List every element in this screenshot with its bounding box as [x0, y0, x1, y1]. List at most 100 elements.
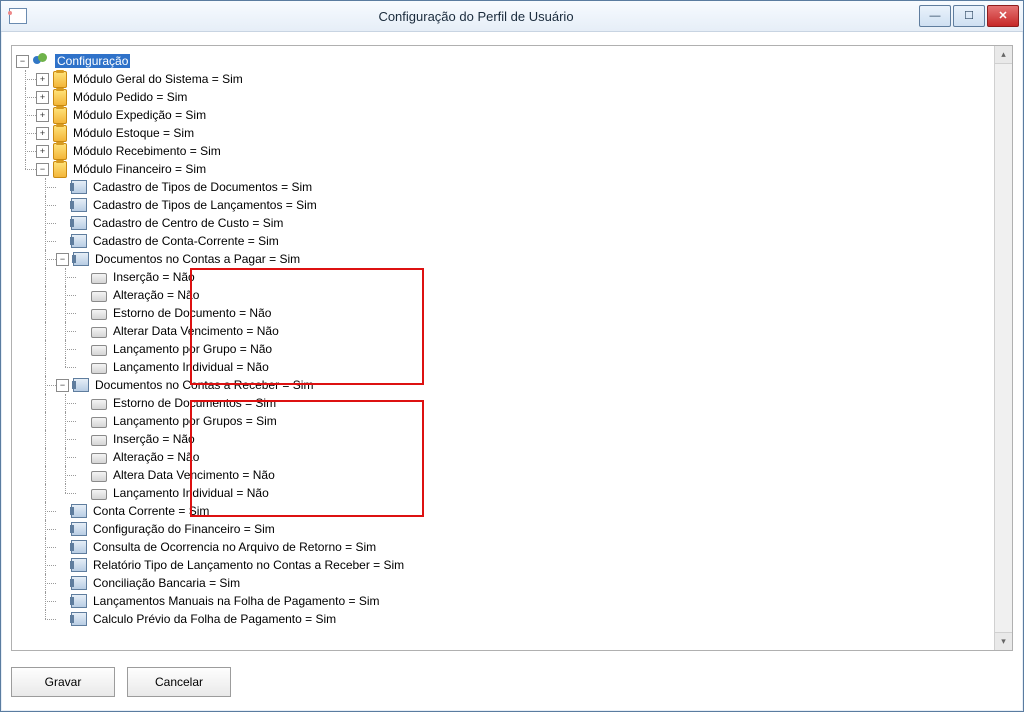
tree-item[interactable]: Lançamentos Manuais na Folha de Pagament… [16, 592, 1008, 610]
tree-item-label[interactable]: Inserção = Não [111, 432, 197, 446]
doc-icon [71, 234, 87, 248]
window-buttons: — ☐ ✕ [919, 5, 1019, 27]
tree-item-label[interactable]: Alteração = Não [111, 288, 201, 302]
tree-module[interactable]: + Módulo Recebimento = Sim [16, 142, 1008, 160]
tree-panel: − Configuração + Módulo Geral do Sistema = … [11, 45, 1013, 651]
tree-item[interactable]: Relatório Tipo de Lançamento no Contas a… [16, 556, 1008, 574]
leaf-icon [91, 327, 107, 338]
tree-item-label[interactable]: Cadastro de Tipos de Documentos = Sim [91, 180, 314, 194]
tree-item[interactable]: Cadastro de Centro de Custo = Sim [16, 214, 1008, 232]
collapse-icon[interactable]: − [36, 163, 49, 176]
toggle-spacer [56, 506, 67, 517]
doc-icon [71, 504, 87, 518]
toggle-spacer [56, 596, 67, 607]
tree-leaf[interactable]: Lançamento por Grupo = Não [16, 340, 1008, 358]
toggle-spacer [76, 362, 87, 373]
minimize-button[interactable]: — [919, 5, 951, 27]
doc-icon [73, 378, 89, 392]
doc-icon [73, 252, 89, 266]
expand-icon[interactable]: + [36, 145, 49, 158]
tree-leaf[interactable]: Lançamento Individual = Não [16, 358, 1008, 376]
tree-item-label[interactable]: Cadastro de Tipos de Lançamentos = Sim [91, 198, 319, 212]
tree-item-label[interactable]: Configuração [55, 54, 130, 68]
tree-module[interactable]: + Módulo Pedido = Sim [16, 88, 1008, 106]
tree-item[interactable]: −Documentos no Contas a Receber = Sim [16, 376, 1008, 394]
tree-leaf[interactable]: Alterar Data Vencimento = Não [16, 322, 1008, 340]
expand-icon[interactable]: + [36, 73, 49, 86]
tree-leaf[interactable]: Inserção = Não [16, 268, 1008, 286]
tree-leaf[interactable]: Altera Data Vencimento = Não [16, 466, 1008, 484]
tree-leaf[interactable]: Lançamento Individual = Não [16, 484, 1008, 502]
tree-item[interactable]: Cadastro de Tipos de Lançamentos = Sim [16, 196, 1008, 214]
doc-icon [71, 180, 87, 194]
tree-item-label[interactable]: Relatório Tipo de Lançamento no Contas a… [91, 558, 406, 572]
close-button[interactable]: ✕ [987, 5, 1019, 27]
tree-module[interactable]: − Módulo Financeiro = Sim [16, 160, 1008, 178]
tree-leaf[interactable]: Estorno de Documentos = Sim [16, 394, 1008, 412]
tree-item-label[interactable]: Módulo Pedido = Sim [71, 90, 189, 104]
doc-icon [71, 198, 87, 212]
tree-item[interactable]: Conta Corrente = Sim [16, 502, 1008, 520]
expand-icon[interactable]: + [36, 109, 49, 122]
leaf-icon [91, 435, 107, 446]
scroll-down-arrow[interactable]: ▾ [995, 632, 1012, 650]
tree-leaf[interactable]: Alteração = Não [16, 448, 1008, 466]
toggle-spacer [76, 398, 87, 409]
tree-item-label[interactable]: Calculo Prévio da Folha de Pagamento = S… [91, 612, 338, 626]
leaf-icon [91, 399, 107, 410]
doc-icon [71, 576, 87, 590]
toggle-spacer [56, 560, 67, 571]
tree-module[interactable]: + Módulo Expedição = Sim [16, 106, 1008, 124]
tree-item-label[interactable]: Inserção = Não [111, 270, 197, 284]
tree-module[interactable]: + Módulo Geral do Sistema = Sim [16, 70, 1008, 88]
expand-icon[interactable]: + [36, 127, 49, 140]
tree-item-label[interactable]: Documentos no Contas a Pagar = Sim [93, 252, 302, 266]
tree-leaf[interactable]: Alteração = Não [16, 286, 1008, 304]
tree-item[interactable]: Calculo Prévio da Folha de Pagamento = S… [16, 610, 1008, 628]
tree-item[interactable]: Cadastro de Conta-Corrente = Sim [16, 232, 1008, 250]
expand-icon[interactable]: + [36, 91, 49, 104]
tree-item-label[interactable]: Lançamentos Manuais na Folha de Pagament… [91, 594, 382, 608]
tree-scroll[interactable]: − Configuração + Módulo Geral do Sistema = … [12, 46, 1012, 650]
tree-item-label[interactable]: Cadastro de Conta-Corrente = Sim [91, 234, 281, 248]
tree-item-label[interactable]: Configuração do Financeiro = Sim [91, 522, 277, 536]
button-bar: Gravar Cancelar [11, 667, 231, 697]
collapse-icon[interactable]: − [56, 379, 69, 392]
tree-item-label[interactable]: Módulo Recebimento = Sim [71, 144, 223, 158]
tree-item-label[interactable]: Consulta de Ocorrencia no Arquivo de Ret… [91, 540, 378, 554]
tree-item[interactable]: Consulta de Ocorrencia no Arquivo de Ret… [16, 538, 1008, 556]
tree-item[interactable]: Configuração do Financeiro = Sim [16, 520, 1008, 538]
tree-leaf[interactable]: Lançamento por Grupos = Sim [16, 412, 1008, 430]
tree-leaf[interactable]: Inserção = Não [16, 430, 1008, 448]
leaf-icon [91, 489, 107, 500]
toggle-spacer [76, 452, 87, 463]
tree-item[interactable]: − Documentos no Contas a Pagar = Sim [16, 250, 1008, 268]
vertical-scrollbar[interactable]: ▴ ▾ [994, 46, 1012, 650]
doc-icon [71, 540, 87, 554]
toggle-spacer [56, 578, 67, 589]
tree-module[interactable]: + Módulo Estoque = Sim [16, 124, 1008, 142]
tree-item[interactable]: Cadastro de Tipos de Documentos = Sim [16, 178, 1008, 196]
toggle-spacer [76, 488, 87, 499]
save-button[interactable]: Gravar [11, 667, 115, 697]
tree-item-label[interactable]: Cadastro de Centro de Custo = Sim [91, 216, 285, 230]
tree-root-node[interactable]: − Configuração [16, 52, 1008, 70]
tree-item-label[interactable]: Módulo Financeiro = Sim [71, 162, 208, 176]
tree-item-label[interactable]: Módulo Expedição = Sim [71, 108, 208, 122]
maximize-button[interactable]: ☐ [953, 5, 985, 27]
toggle-spacer [76, 434, 87, 445]
toggle-spacer [56, 542, 67, 553]
cancel-button[interactable]: Cancelar [127, 667, 231, 697]
tree-item[interactable]: Conciliação Bancaria = Sim [16, 574, 1008, 592]
scroll-up-arrow[interactable]: ▴ [995, 46, 1012, 64]
tree-leaf[interactable]: Estorno de Documento = Não [16, 304, 1008, 322]
collapse-icon[interactable]: − [16, 55, 29, 68]
leaf-icon [91, 363, 107, 374]
mod-icon [53, 143, 67, 160]
tree-root: − Configuração + Módulo Geral do Sistema = … [16, 52, 1008, 628]
collapse-icon[interactable]: − [56, 253, 69, 266]
tree-item-label[interactable]: Conciliação Bancaria = Sim [91, 576, 242, 590]
tree-item-label[interactable]: Módulo Geral do Sistema = Sim [71, 72, 245, 86]
tree-item-label[interactable]: Alteração = Não [111, 450, 201, 464]
tree-item-label[interactable]: Módulo Estoque = Sim [71, 126, 196, 140]
